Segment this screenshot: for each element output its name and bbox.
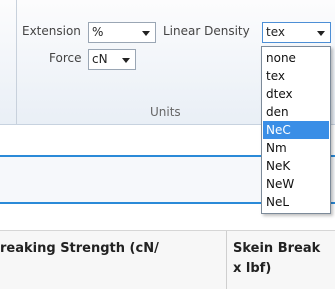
- column-header-line: Skein Break: [233, 241, 321, 256]
- force-label: Force: [49, 51, 82, 65]
- chevron-down-icon: [122, 58, 130, 63]
- grid-header: reaking Strength (cN/ Skein Break x lbf): [0, 230, 335, 289]
- linear-density-label: Linear Density: [163, 24, 250, 38]
- extension-dropdown[interactable]: %: [88, 22, 156, 43]
- option-dtex[interactable]: dtex: [263, 85, 329, 103]
- group-separator: [16, 0, 17, 124]
- column-header-line: x lbf): [233, 261, 272, 276]
- option-nek[interactable]: NeK: [263, 157, 329, 175]
- linear-density-dropdown[interactable]: tex: [262, 22, 331, 43]
- linear-density-options-list: none tex dtex den NeC Nm NeK NeW NeL: [261, 46, 331, 214]
- column-header-breaking-strength[interactable]: reaking Strength (cN/: [0, 239, 159, 259]
- option-nel[interactable]: NeL: [263, 193, 329, 211]
- column-header-skein-break[interactable]: Skein Break x lbf): [233, 239, 320, 279]
- force-value: cN: [92, 52, 108, 66]
- option-den[interactable]: den: [263, 103, 329, 121]
- column-separator[interactable]: [226, 231, 227, 289]
- extension-value: %: [92, 25, 104, 39]
- option-nm[interactable]: Nm: [263, 139, 329, 157]
- option-tex[interactable]: tex: [263, 67, 329, 85]
- option-none[interactable]: none: [263, 49, 329, 67]
- option-nec[interactable]: NeC: [263, 121, 329, 139]
- chevron-down-icon: [142, 31, 150, 36]
- chevron-down-icon: [317, 31, 325, 36]
- option-new[interactable]: NeW: [263, 175, 329, 193]
- extension-label: Extension: [22, 24, 81, 38]
- linear-density-value: tex: [266, 25, 285, 39]
- force-dropdown[interactable]: cN: [88, 49, 136, 70]
- units-group-caption: Units: [150, 105, 181, 119]
